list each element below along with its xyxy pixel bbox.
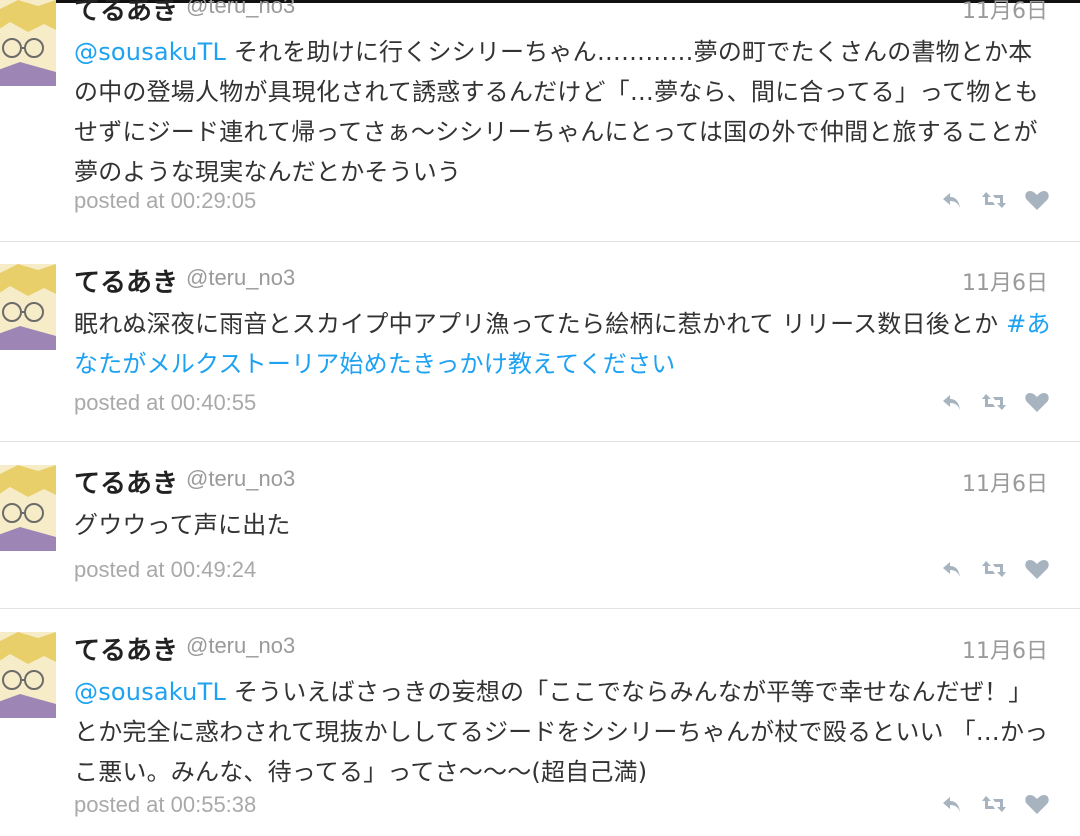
tweet-actions bbox=[940, 790, 1050, 818]
reply-icon[interactable] bbox=[940, 557, 964, 581]
screen-name[interactable]: @teru_no3 bbox=[186, 0, 295, 19]
retweet-icon[interactable] bbox=[980, 557, 1008, 581]
tweet-header: てるあき @teru_no3 11月6日 bbox=[74, 630, 1048, 666]
tweet-date[interactable]: 11月6日 bbox=[962, 0, 1048, 25]
tweet-actions bbox=[940, 388, 1050, 416]
tweet-text: グウウって声に出た bbox=[74, 505, 1054, 545]
retweet-icon[interactable] bbox=[980, 792, 1008, 816]
tweet-header: てるあき @teru_no3 11月6日 bbox=[74, 463, 1048, 499]
tweet-text: @sousakuTL そういえばさっきの妄想の「ここでならみんなが平等で幸せなん… bbox=[74, 672, 1054, 792]
tweet-date[interactable]: 11月6日 bbox=[962, 633, 1048, 665]
tweet-date[interactable]: 11月6日 bbox=[962, 466, 1048, 498]
tweet-timestamp[interactable]: posted at 00:29:05 bbox=[74, 188, 256, 214]
retweet-icon[interactable] bbox=[980, 188, 1008, 212]
reply-icon[interactable] bbox=[940, 390, 964, 414]
heart-icon[interactable] bbox=[1024, 792, 1050, 816]
tweet-item[interactable]: てるあき @teru_no3 11月6日 グウウって声に出た posted at… bbox=[0, 443, 1080, 609]
reply-icon[interactable] bbox=[940, 188, 964, 212]
tweet-timeline: てるあき @teru_no3 11月6日 @sousakuTL それを助けに行く… bbox=[0, 0, 1080, 836]
reply-icon[interactable] bbox=[940, 792, 964, 816]
mention-link[interactable]: @sousakuTL bbox=[74, 38, 226, 66]
screen-name[interactable]: @teru_no3 bbox=[186, 466, 295, 492]
avatar[interactable] bbox=[0, 632, 56, 718]
tweet-text-body: 眠れぬ深夜に雨音とスカイプ中アプリ漁ってたら絵柄に惹かれて リリース数日後とか bbox=[74, 310, 1007, 338]
screen-name[interactable]: @teru_no3 bbox=[186, 633, 295, 659]
heart-icon[interactable] bbox=[1024, 557, 1050, 581]
display-name[interactable]: てるあき bbox=[74, 630, 178, 667]
screen-name[interactable]: @teru_no3 bbox=[186, 265, 295, 291]
tweet-actions bbox=[940, 555, 1050, 583]
tweet-date[interactable]: 11月6日 bbox=[962, 265, 1048, 297]
heart-icon[interactable] bbox=[1024, 390, 1050, 414]
tweet-timestamp[interactable]: posted at 00:55:38 bbox=[74, 792, 256, 818]
tweet-header: てるあき @teru_no3 11月6日 bbox=[74, 0, 1048, 26]
tweet-item[interactable]: てるあき @teru_no3 11月6日 @sousakuTL そういえばさっき… bbox=[0, 610, 1080, 836]
avatar[interactable] bbox=[0, 0, 56, 86]
heart-icon[interactable] bbox=[1024, 188, 1050, 212]
display-name[interactable]: てるあき bbox=[74, 262, 178, 299]
tweet-timestamp[interactable]: posted at 00:40:55 bbox=[74, 390, 256, 416]
display-name[interactable]: てるあき bbox=[74, 463, 178, 500]
tweet-item[interactable]: てるあき @teru_no3 11月6日 @sousakuTL それを助けに行く… bbox=[0, 0, 1080, 242]
tweet-item[interactable]: てるあき @teru_no3 11月6日 眠れぬ深夜に雨音とスカイプ中アプリ漁っ… bbox=[0, 242, 1080, 442]
tweet-text: 眠れぬ深夜に雨音とスカイプ中アプリ漁ってたら絵柄に惹かれて リリース数日後とか … bbox=[74, 304, 1054, 384]
tweet-text-body: グウウって声に出た bbox=[74, 511, 291, 539]
avatar[interactable] bbox=[0, 264, 56, 350]
display-name[interactable]: てるあき bbox=[74, 0, 178, 27]
tweet-text: @sousakuTL それを助けに行くシシリーちゃん…………夢の町でたくさんの書… bbox=[74, 32, 1054, 192]
avatar[interactable] bbox=[0, 465, 56, 551]
mention-link[interactable]: @sousakuTL bbox=[74, 678, 226, 706]
tweet-timestamp[interactable]: posted at 00:49:24 bbox=[74, 557, 256, 583]
tweet-header: てるあき @teru_no3 11月6日 bbox=[74, 262, 1048, 298]
tweet-actions bbox=[940, 186, 1050, 214]
retweet-icon[interactable] bbox=[980, 390, 1008, 414]
